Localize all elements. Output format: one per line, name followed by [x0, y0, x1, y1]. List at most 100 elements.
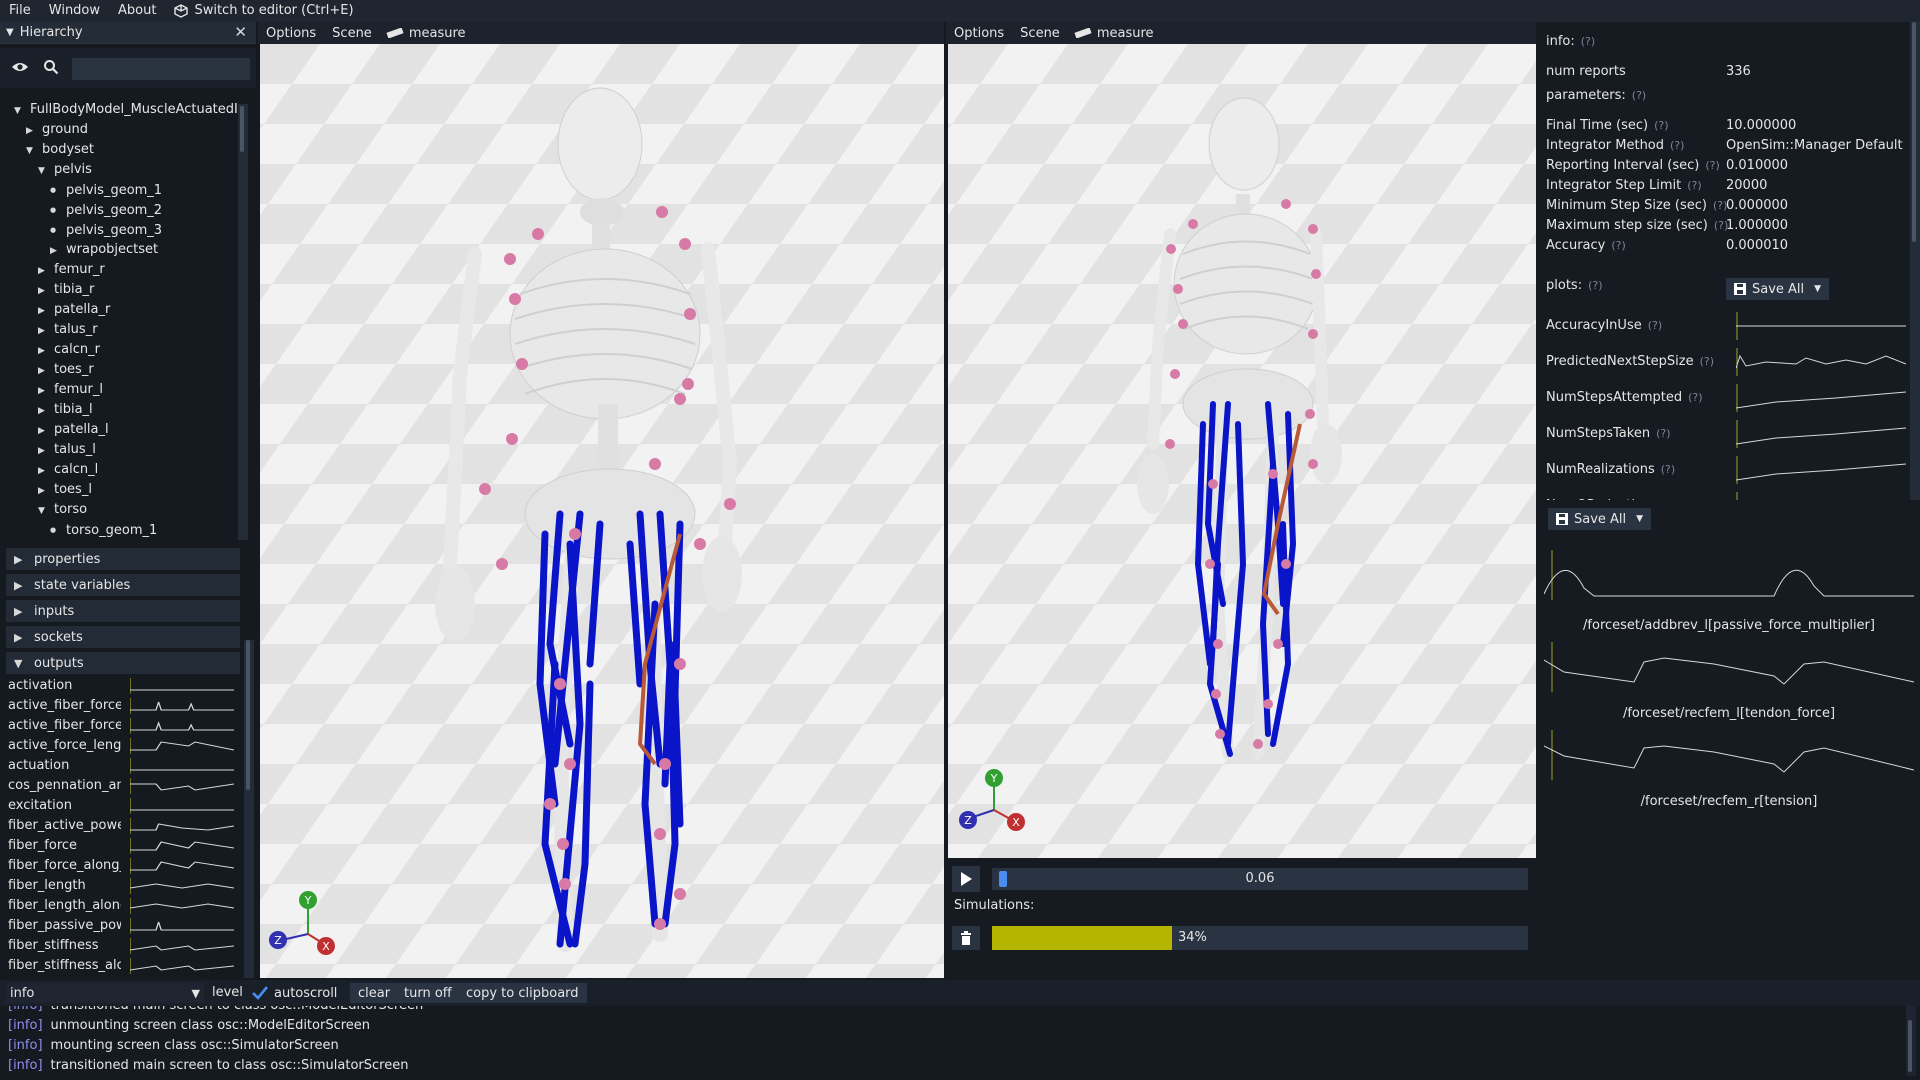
expanded-triangle-icon[interactable]: ▼	[26, 141, 38, 161]
properties-scrollbar[interactable]	[244, 640, 254, 978]
info-panel-scrollbar-thumb[interactable]	[1912, 22, 1916, 242]
collapsed-triangle-icon[interactable]: ▶	[38, 461, 50, 481]
output-row[interactable]: fiber_active_power	[8, 816, 248, 836]
expanded-triangle-icon[interactable]: ▼	[14, 101, 26, 121]
tree-node-tibia-r[interactable]: ▶ tibia_r	[38, 280, 94, 300]
search-input[interactable]	[72, 58, 250, 80]
copy-to-clipboard-button[interactable]: copy to clipboard	[458, 983, 587, 1003]
expanded-triangle-icon[interactable]: ▼	[38, 161, 50, 181]
time-scrubber[interactable]: 0.06	[992, 868, 1528, 890]
collapsed-triangle-icon[interactable]: ▶	[38, 261, 50, 281]
tree-node-bodyset[interactable]: ▼ bodyset	[26, 140, 94, 160]
menu-about[interactable]: About	[109, 0, 165, 22]
help-icon[interactable]: (?)	[1670, 139, 1684, 152]
section-outputs[interactable]: ▼ outputs	[6, 652, 240, 674]
output-row[interactable]: fiber_length_along_tendon	[8, 896, 248, 916]
tree-node-torso[interactable]: ▼ torso	[38, 500, 87, 520]
viewport-right-measure-button[interactable]: measure	[1068, 26, 1162, 41]
help-icon[interactable]: (?)	[1688, 391, 1702, 404]
plot-addbrev-passive-force[interactable]	[1544, 550, 1914, 600]
log-scrollbar-thumb[interactable]	[1908, 1020, 1912, 1072]
output-row[interactable]: fiber_passive_power	[8, 916, 248, 936]
output-row[interactable]: active_fiber_force_along_tendon	[8, 716, 248, 736]
help-icon[interactable]: (?)	[1687, 179, 1701, 192]
tree-node-pelvis[interactable]: ▼ pelvis	[38, 160, 92, 180]
turn-off-log-button[interactable]: turn off	[396, 983, 460, 1003]
tree-node-toes-r[interactable]: ▶ toes_r	[38, 360, 94, 380]
log-level-dropdown[interactable]: info ▼	[6, 983, 204, 1003]
section-inputs[interactable]: ▶ inputs	[6, 600, 240, 622]
output-row[interactable]: cos_pennation_angle	[8, 776, 248, 796]
help-icon[interactable]: (?)	[1654, 119, 1668, 132]
output-row[interactable]: fiber_stiffness	[8, 936, 248, 956]
collapsed-triangle-icon[interactable]: ▶	[38, 381, 50, 401]
properties-scrollbar-thumb[interactable]	[246, 640, 250, 790]
collapsed-triangle-icon[interactable]: ▶	[38, 281, 50, 301]
viewport-right-options-menu[interactable]: Options	[946, 26, 1012, 41]
collapsed-triangle-icon[interactable]: ▶	[38, 441, 50, 461]
viewport-right-scene-menu[interactable]: Scene	[1012, 26, 1068, 41]
tree-node-femur-r[interactable]: ▶ femur_r	[38, 260, 105, 280]
viewport-left-scene-menu[interactable]: Scene	[324, 26, 380, 41]
help-icon[interactable]: (?)	[1661, 463, 1675, 476]
autoscroll-checkbox[interactable]: autoscroll	[252, 983, 337, 1003]
output-row[interactable]: actuation	[8, 756, 248, 776]
tree-node-talus-l[interactable]: ▶ talus_l	[38, 440, 96, 460]
hierarchy-scrollbar-thumb[interactable]	[240, 106, 244, 152]
viewport-left-options-menu[interactable]: Options	[258, 26, 324, 41]
output-row[interactable]: active_fiber_force	[8, 696, 248, 716]
collapsed-triangle-icon[interactable]: ▶	[26, 121, 38, 141]
output-row[interactable]: fiber_length	[8, 876, 248, 896]
help-icon[interactable]: (?)	[1581, 35, 1595, 48]
tree-node-femur-l[interactable]: ▶ femur_l	[38, 380, 103, 400]
collapsed-triangle-icon[interactable]: ▶	[50, 241, 62, 261]
tree-node-pelvis-geom-3[interactable]: ● pelvis_geom_3	[50, 220, 162, 240]
tree-node-pelvis-geom-2[interactable]: ● pelvis_geom_2	[50, 200, 162, 220]
tree-node-toes-l[interactable]: ▶ toes_l	[38, 480, 92, 500]
tree-node-calcn-r[interactable]: ▶ calcn_r	[38, 340, 100, 360]
expanded-triangle-icon[interactable]: ▼	[38, 501, 50, 521]
menu-file[interactable]: File	[0, 0, 40, 22]
clear-log-button[interactable]: clear	[350, 983, 399, 1003]
help-icon[interactable]: (?)	[1664, 499, 1678, 500]
section-sockets[interactable]: ▶ sockets	[6, 626, 240, 648]
tree-node-patella-l[interactable]: ▶ patella_l	[38, 420, 109, 440]
section-properties[interactable]: ▶ properties	[6, 548, 240, 570]
switch-to-editor-button[interactable]: Switch to editor (Ctrl+E)	[165, 0, 362, 22]
tree-node-talus-r[interactable]: ▶ talus_r	[38, 320, 98, 340]
collapsed-triangle-icon[interactable]: ▶	[38, 321, 50, 341]
tree-node-torso-geom-1[interactable]: ● torso_geom_1	[50, 520, 157, 540]
log-scrollbar[interactable]	[1906, 1006, 1916, 1076]
collapsed-triangle-icon[interactable]: ▶	[38, 401, 50, 421]
help-icon[interactable]: (?)	[1611, 239, 1625, 252]
plot-recfem-r-tension[interactable]	[1544, 730, 1914, 780]
help-icon[interactable]: (?)	[1648, 319, 1662, 332]
tree-node-fullbodymodel-muscleactuatedi[interactable]: ▼ FullBodyModel_MuscleActuatedI	[14, 100, 238, 120]
viewport-left-measure-button[interactable]: measure	[380, 26, 474, 41]
help-icon[interactable]: (?)	[1705, 159, 1719, 172]
tree-node-tibia-l[interactable]: ▶ tibia_l	[38, 400, 93, 420]
plot-recfem-l-tendon-force[interactable]	[1544, 642, 1914, 692]
collapsed-triangle-icon[interactable]: ▶	[38, 481, 50, 501]
delete-simulation-button[interactable]	[952, 926, 980, 950]
help-icon[interactable]: (?)	[1588, 279, 1602, 292]
eye-icon[interactable]	[11, 60, 29, 74]
help-icon[interactable]: (?)	[1632, 89, 1646, 102]
output-row[interactable]: fiber_force_along_tendon	[8, 856, 248, 876]
play-button[interactable]	[952, 866, 980, 892]
tree-node-pelvis-geom-1[interactable]: ● pelvis_geom_1	[50, 180, 162, 200]
tree-node-calcn-l[interactable]: ▶ calcn_l	[38, 460, 98, 480]
collapsed-triangle-icon[interactable]: ▶	[38, 341, 50, 361]
viewport-right-3d-scene[interactable]: Y Z X	[948, 44, 1536, 858]
menu-window[interactable]: Window	[40, 0, 109, 22]
hierarchy-panel-title[interactable]: ▼ Hierarchy ✕	[0, 22, 256, 44]
info-panel-scrollbar[interactable]	[1910, 22, 1920, 500]
output-row[interactable]: activation	[8, 676, 248, 696]
viewport-left-3d-scene[interactable]: Y Z X	[260, 44, 944, 978]
tree-node-patella-r[interactable]: ▶ patella_r	[38, 300, 110, 320]
plots-save-all-button[interactable]: Save All ▼	[1726, 278, 1830, 300]
close-icon[interactable]: ✕	[234, 23, 247, 41]
hierarchy-scrollbar[interactable]	[238, 104, 248, 540]
output-row[interactable]: fiber_force	[8, 836, 248, 856]
output-row[interactable]: fiber_stiffness_along_tendon	[8, 956, 248, 976]
